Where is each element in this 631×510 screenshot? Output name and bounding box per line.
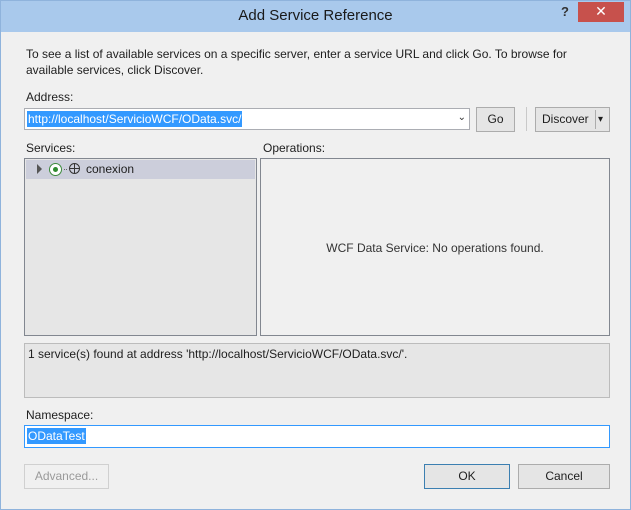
cancel-button[interactable]: Cancel <box>518 464 610 489</box>
namespace-input[interactable]: ODataTest <box>24 425 610 448</box>
toolbar-separator <box>526 107 527 131</box>
discover-split-divider <box>595 110 596 129</box>
dialog-title: Add Service Reference <box>238 7 393 24</box>
discover-button-label: Discover <box>542 112 589 126</box>
add-service-reference-dialog: Add Service Reference ? ✕ To see a list … <box>0 0 631 510</box>
advanced-button[interactable]: Advanced... <box>24 464 109 489</box>
tree-item-conexion[interactable]: ·· conexion <box>26 160 255 179</box>
namespace-input-value[interactable]: ODataTest <box>27 428 86 444</box>
go-button[interactable]: Go <box>476 107 515 132</box>
title-bar[interactable]: Add Service Reference ? ✕ <box>1 1 630 32</box>
services-tree[interactable]: ·· conexion <box>24 158 257 336</box>
expand-arrow-icon[interactable] <box>37 164 42 174</box>
service-icon <box>49 163 62 176</box>
globe-icon <box>69 163 80 174</box>
address-combobox[interactable]: http://localhost/ServicioWCF/OData.svc/ … <box>24 108 470 130</box>
help-icon[interactable]: ? <box>558 4 572 22</box>
operations-list[interactable]: WCF Data Service: No operations found. <box>260 158 610 336</box>
status-text: 1 service(s) found at address 'http://lo… <box>28 347 408 361</box>
dropdown-arrow-icon[interactable]: ▾ <box>598 108 603 131</box>
services-label: Services: <box>26 141 76 155</box>
operations-label: Operations: <box>263 141 326 155</box>
namespace-label: Namespace: <box>26 408 94 422</box>
address-label: Address: <box>26 90 74 104</box>
address-input-value[interactable]: http://localhost/ServicioWCF/OData.svc/ <box>27 111 243 127</box>
ok-button[interactable]: OK <box>424 464 510 489</box>
tree-item-label: conexion <box>86 162 135 176</box>
operations-message: WCF Data Service: No operations found. <box>326 241 544 255</box>
close-button[interactable]: ✕ <box>578 2 624 22</box>
discover-button[interactable]: Discover ▾ <box>535 107 610 132</box>
chevron-down-icon[interactable]: ⌄ <box>458 112 466 123</box>
status-box: 1 service(s) found at address 'http://lo… <box>24 343 610 398</box>
connector-dots-icon: ·· <box>63 164 68 174</box>
intro-text: To see a list of available services on a… <box>26 47 567 77</box>
